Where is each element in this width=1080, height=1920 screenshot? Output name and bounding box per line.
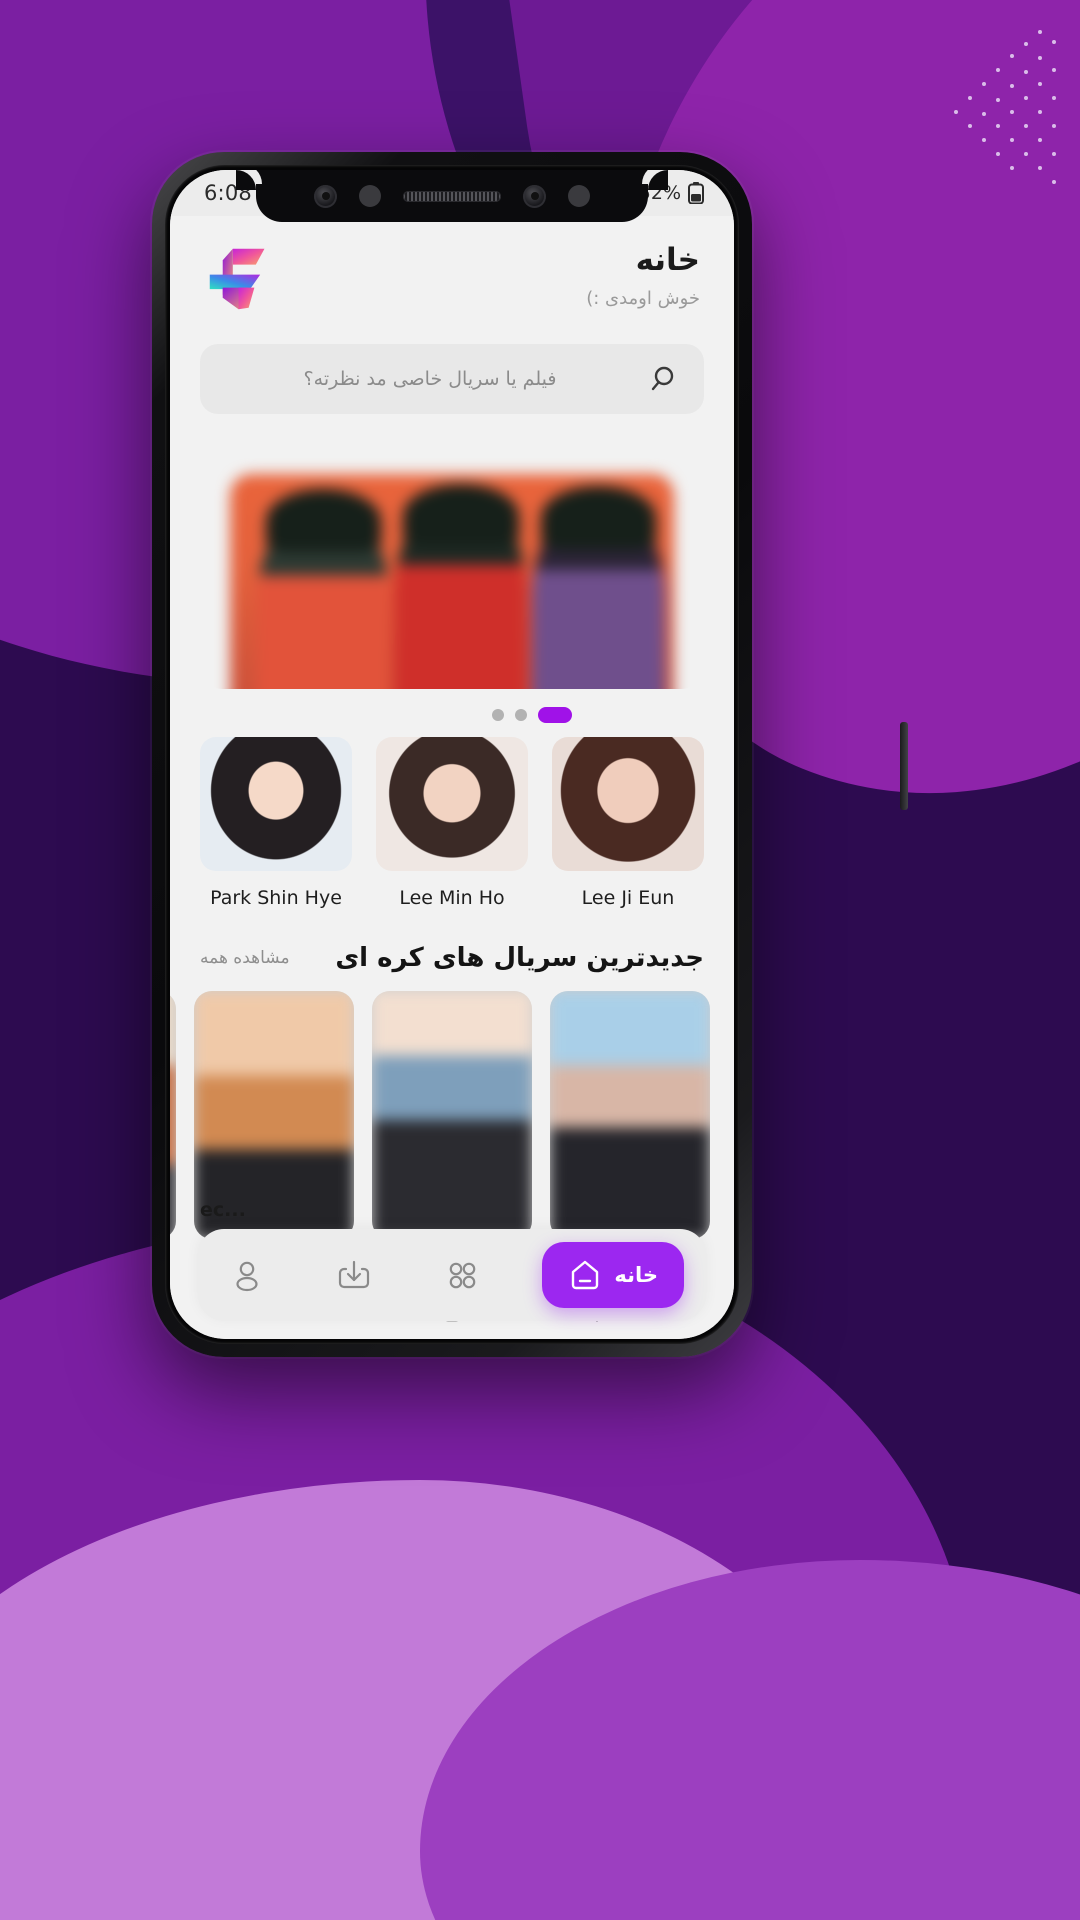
actor-card[interactable]: Lee Ji Eun — [552, 737, 704, 909]
carousel-dot-1[interactable] — [492, 709, 504, 721]
battery-icon — [688, 182, 704, 204]
power-button[interactable] — [900, 722, 908, 810]
actor-name: Lee Min Ho — [399, 887, 505, 909]
carousel-dot-3-active[interactable] — [538, 707, 572, 723]
phone-bezel: 6:08 52% خانه خوش اومدی:) فیلم یا سریال… — [165, 165, 739, 1344]
actor-avatar — [376, 737, 528, 871]
search-input[interactable]: فیلم یا سریال خاصی مد نظرته؟ — [226, 368, 634, 390]
actor-name: Park Shin Hye — [210, 887, 342, 909]
truncated-label: ec... — [200, 1199, 246, 1221]
app-content: خانه خوش اومدی :) فیلم یا سریال خاصی مد … — [170, 216, 734, 1283]
front-camera-icon — [314, 184, 337, 208]
actor-name: Lee Ji Eun — [581, 887, 675, 909]
phone-screen: 6:08 52% خانه خوش اومدی:) فیلم یا سریال… — [170, 170, 734, 1339]
hero-slide-image — [230, 474, 674, 689]
hero-carousel[interactable] — [200, 444, 704, 689]
dot-pattern — [954, 30, 1056, 184]
see-all-link[interactable]: مشاهده همه — [200, 948, 290, 968]
actor-card[interactable]: Park Shin Hye — [200, 737, 352, 909]
earpiece-speaker — [403, 190, 501, 202]
proximity-sensor-icon — [359, 185, 381, 207]
actor-avatar — [552, 737, 704, 871]
nav-home-label: خانه — [614, 1263, 658, 1287]
nav-home-button[interactable]: خانه — [542, 1242, 684, 1308]
section-header-korean: جدیدترین سریال های کره ای مشاهده همه — [170, 909, 734, 973]
header-text: خانه خوش اومدی :) — [586, 242, 700, 309]
grid-icon — [449, 1262, 476, 1289]
phone-frame: 6:08 52% خانه خوش اومدی:) فیلم یا سریال… — [152, 152, 908, 1357]
carousel-pagination[interactable] — [170, 707, 734, 723]
nav-grid-button[interactable] — [435, 1248, 489, 1302]
phone-notch — [236, 170, 668, 222]
home-icon — [572, 1260, 599, 1290]
actor-list: Lee Ji Eun Lee Min Ho Park Shin Hye — [170, 723, 734, 909]
poster-card[interactable] — [170, 991, 176, 1239]
actor-card[interactable]: Lee Min Ho — [376, 737, 528, 909]
front-camera-icon-2 — [523, 184, 546, 208]
nav-download-button[interactable] — [327, 1248, 381, 1302]
actor-avatar — [200, 737, 352, 871]
page-title: خانه — [635, 242, 700, 278]
welcome-text: خوش اومدی :) — [586, 288, 700, 310]
download-icon — [339, 1260, 370, 1289]
poster-card[interactable] — [372, 991, 532, 1239]
profile-icon — [236, 1261, 258, 1292]
app-logo — [209, 248, 265, 310]
search-icon — [651, 366, 674, 391]
carousel-dot-2[interactable] — [515, 709, 527, 721]
poster-row[interactable] — [170, 973, 734, 1239]
bottom-navigation: خانه — [198, 1229, 706, 1321]
nav-profile-button[interactable] — [220, 1248, 274, 1302]
search-bar[interactable]: فیلم یا سریال خاصی مد نظرته؟ — [200, 344, 704, 414]
light-sensor-icon — [568, 185, 590, 207]
section-title: جدیدترین سریال های کره ای — [335, 943, 704, 973]
poster-card[interactable] — [550, 991, 710, 1239]
app-header: خانه خوش اومدی :) — [170, 216, 734, 322]
